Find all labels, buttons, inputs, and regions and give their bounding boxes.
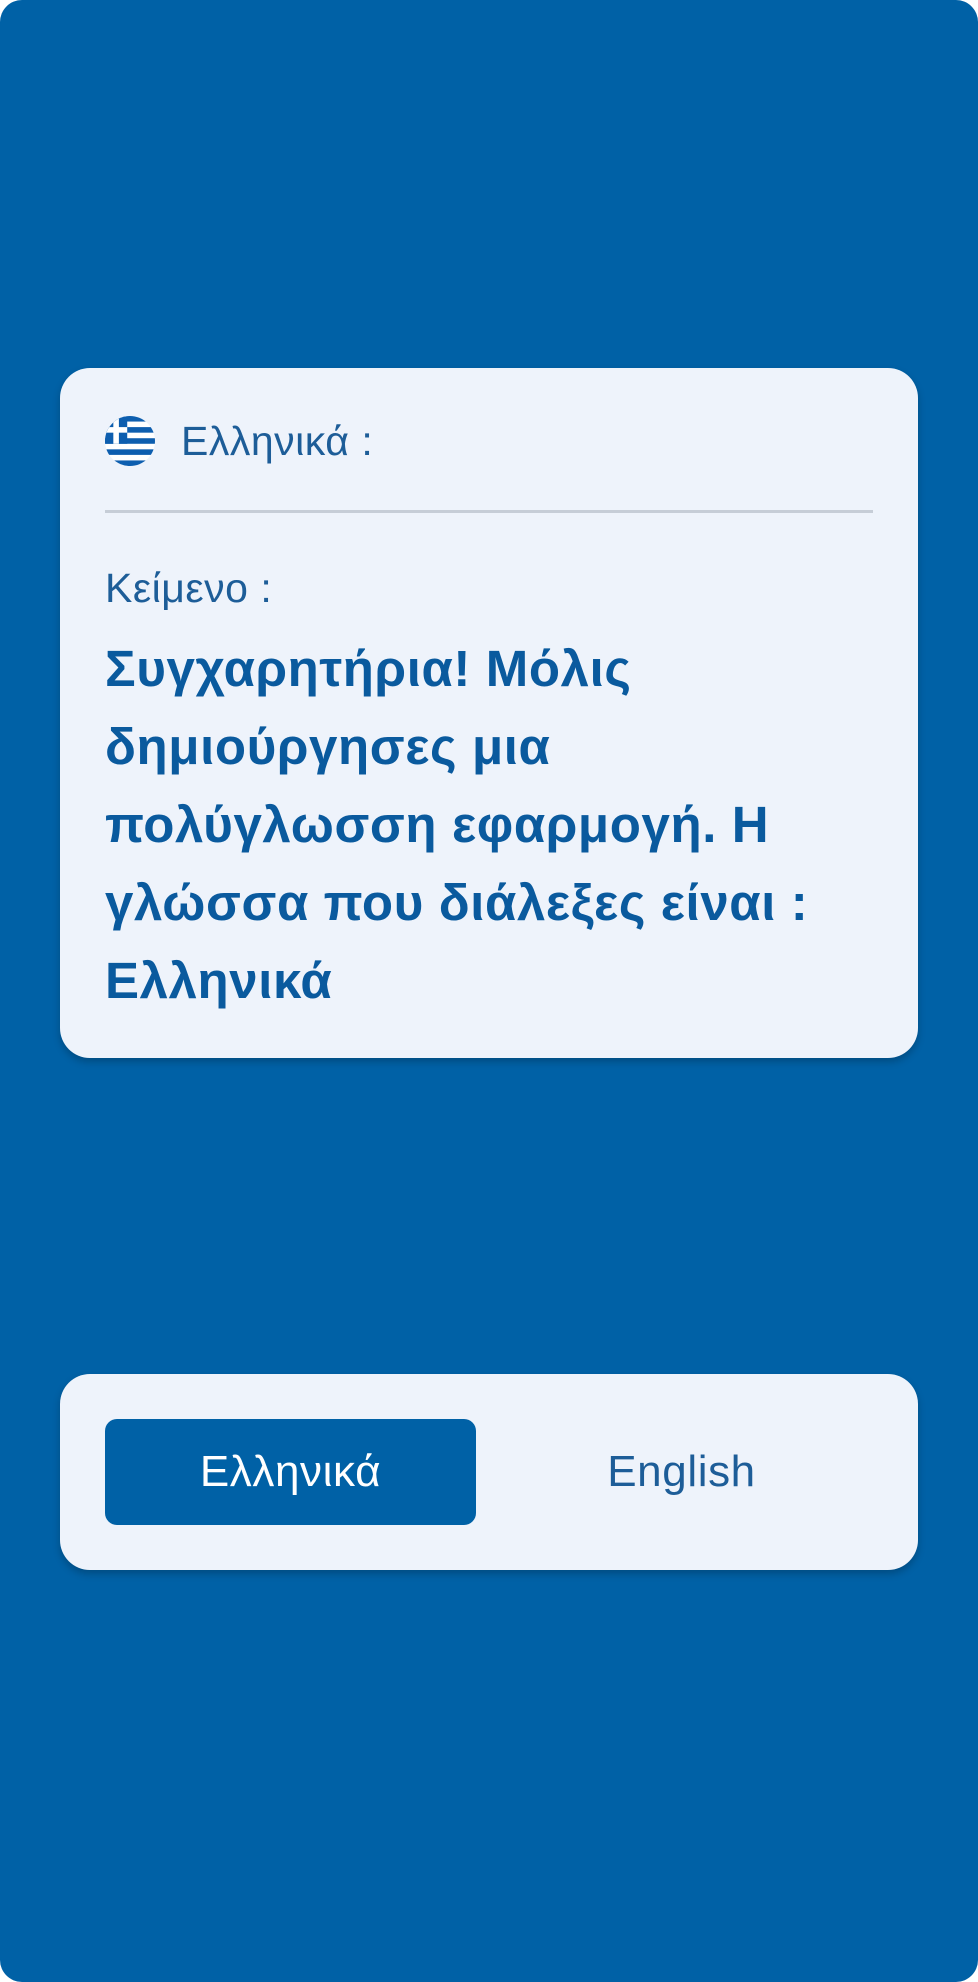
divider — [105, 510, 873, 513]
language-card: Ελληνικά : Κείμενο : Συγχαρητήρια! Μόλις… — [60, 368, 918, 1058]
app-screen: Ελληνικά : Κείμενο : Συγχαρητήρια! Μόλις… — [0, 0, 978, 1982]
greek-flag-icon — [105, 416, 155, 466]
text-caption: Κείμενο : — [105, 565, 273, 611]
language-switch: Ελληνικά English — [60, 1374, 918, 1570]
language-header: Ελληνικά : — [105, 416, 873, 466]
language-option-greek[interactable]: Ελληνικά — [105, 1419, 476, 1525]
greeting-message: Συγχαρητήρια! Μόλις δημιούργησες μια πολ… — [105, 640, 809, 1009]
language-label: Ελληνικά : — [181, 417, 374, 464]
language-option-english[interactable]: English — [496, 1419, 867, 1525]
